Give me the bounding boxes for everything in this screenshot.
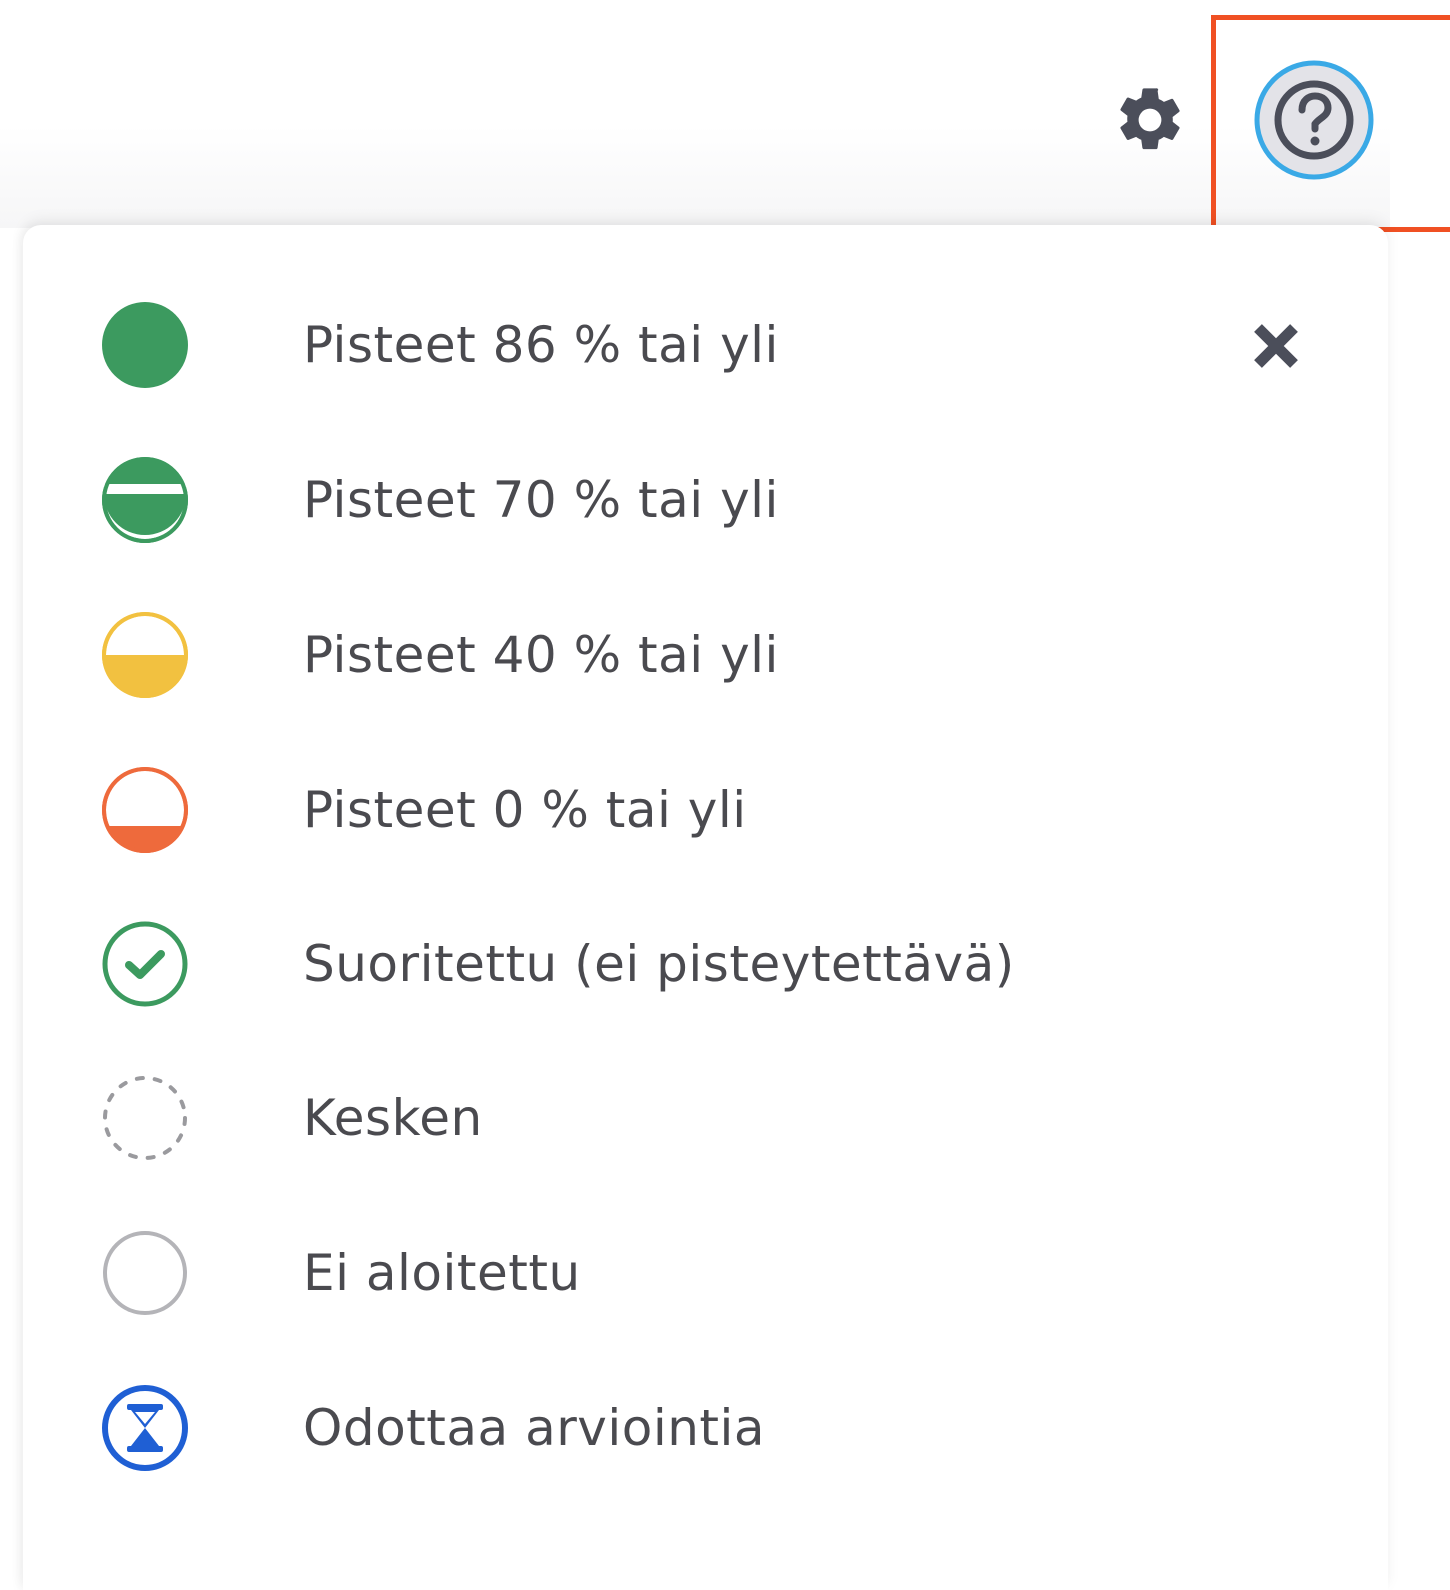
empty-circle-icon [103,1231,187,1315]
legend-item-0: Pisteet 0 % tai yli [99,765,747,855]
settings-button[interactable] [1108,78,1192,162]
legend-item-40: Pisteet 40 % tai yli [99,610,779,700]
half-circle-icon [102,612,188,698]
question-circle-icon [1254,60,1374,180]
close-icon [1254,324,1298,368]
legend-item-not-started: Ei aloitettu [99,1228,581,1318]
check-circle-icon [102,921,188,1007]
dashed-circle-icon [103,1076,187,1160]
legend-item-in-progress: Kesken [99,1073,483,1163]
half-circle-icon [102,767,188,853]
page: Pisteet 86 % tai yli Pisteet 70 % tai yl… [0,0,1450,1590]
half-circle-icon [102,457,188,543]
legend-item-86: Pisteet 86 % tai yli [99,300,779,390]
legend-label: Ei aloitettu [303,1244,581,1302]
hourglass-icon [102,1385,188,1471]
legend-label: Suoritettu (ei pisteytettävä) [303,935,1015,993]
help-button[interactable] [1252,58,1376,182]
legend-item-awaiting-review: Odottaa arviointia [99,1383,765,1473]
legend-item-70: Pisteet 70 % tai yli [99,455,779,545]
legend-label: Odottaa arviointia [303,1399,766,1457]
legend-label: Pisteet 86 % tai yli [303,316,779,374]
gear-icon [1120,88,1180,150]
top-bar [0,0,1390,228]
legend-label: Kesken [303,1089,483,1147]
legend-label: Pisteet 70 % tai yli [303,471,779,529]
full-circle-icon [102,302,188,388]
legend-item-completed: Suoritettu (ei pisteytettävä) [99,919,1015,1009]
close-button[interactable] [1243,313,1309,379]
legend-label: Pisteet 40 % tai yli [303,626,779,684]
legend-panel: Pisteet 86 % tai yli Pisteet 70 % tai yl… [23,225,1388,1590]
legend-label: Pisteet 0 % tai yli [303,781,747,839]
